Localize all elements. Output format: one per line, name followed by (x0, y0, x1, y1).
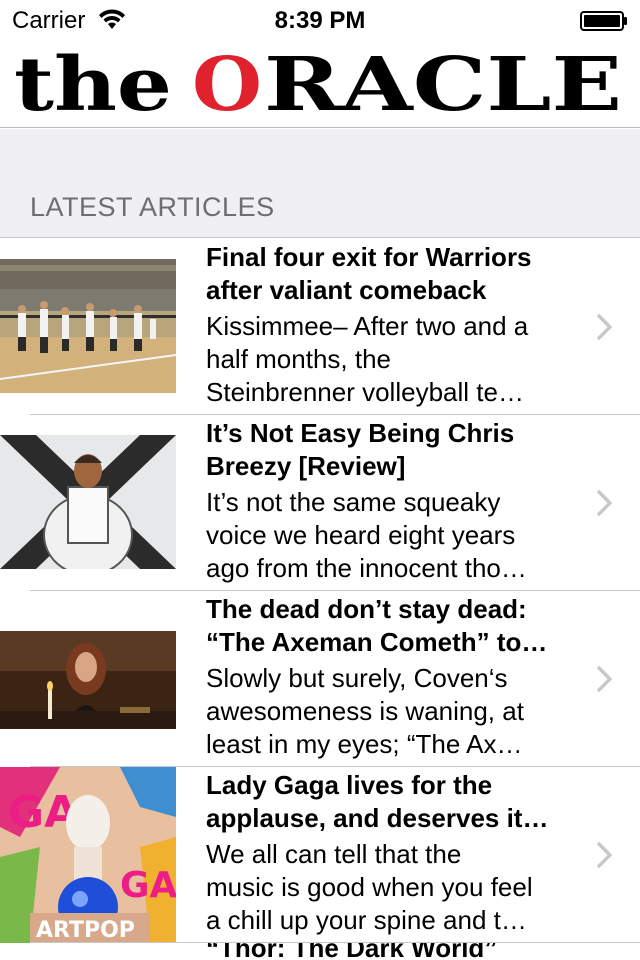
status-time: 8:39 PM (274, 7, 366, 34)
battery-icon (580, 11, 627, 31)
article-title: Final four exit for Warriors after valia… (206, 242, 532, 305)
chevron-right-icon (597, 842, 612, 868)
article-row[interactable]: Final four exit for Warriors after valia… (0, 239, 640, 415)
article-row[interactable]: GA GA ARTPOP Lady Gaga lives for the app… (0, 767, 640, 943)
article-row[interactable]: The dead don’t stay dead: “The Axeman Co… (0, 591, 640, 767)
chevron-right-icon (597, 490, 612, 516)
article-thumbnail-volleyball (0, 259, 176, 393)
article-thumbnail-album-cover (0, 435, 176, 569)
article-row[interactable]: It’s Not Easy Being Chris Breezy [Review… (0, 415, 640, 591)
svg-text:ARTPOP: ARTPOP (36, 918, 135, 943)
article-thumbnail-artpop-cover: GA GA ARTPOP (0, 767, 176, 943)
article-row[interactable]: “Thor: The Dark World” (0, 943, 640, 960)
article-excerpt: Kissimmee– After two and a half months, … (206, 311, 529, 407)
oracle-logo: the O RACLE (14, 44, 622, 124)
logo-o: O (192, 44, 262, 124)
article-excerpt: Slowly but surely, Coven‘s awesomeness i… (206, 663, 524, 759)
article-excerpt: It’s not the same squeaky voice we heard… (206, 487, 527, 583)
article-excerpt: We all can tell that the music is good w… (206, 839, 533, 935)
article-title: The dead don’t stay dead: “The Axeman Co… (206, 594, 548, 657)
status-bar: Carrier 8:39 PM (0, 0, 640, 40)
chevron-right-icon (597, 314, 612, 340)
articles-list[interactable]: Final four exit for Warriors after valia… (0, 239, 640, 960)
article-title: It’s Not Easy Being Chris Breezy [Review… (206, 418, 515, 481)
logo-rest: RACLE (264, 44, 622, 124)
logo-prefix: the (14, 44, 172, 124)
masthead: the O RACLE (0, 40, 640, 128)
article-thumbnail-tv-still (0, 611, 176, 745)
chevron-right-icon (597, 666, 612, 692)
svg-text:GA: GA (120, 865, 176, 906)
article-title: Lady Gaga lives for the applause, and de… (206, 770, 549, 833)
section-title: LATEST ARTICLES (30, 192, 275, 222)
article-title: “Thor: The Dark World” (206, 943, 498, 960)
